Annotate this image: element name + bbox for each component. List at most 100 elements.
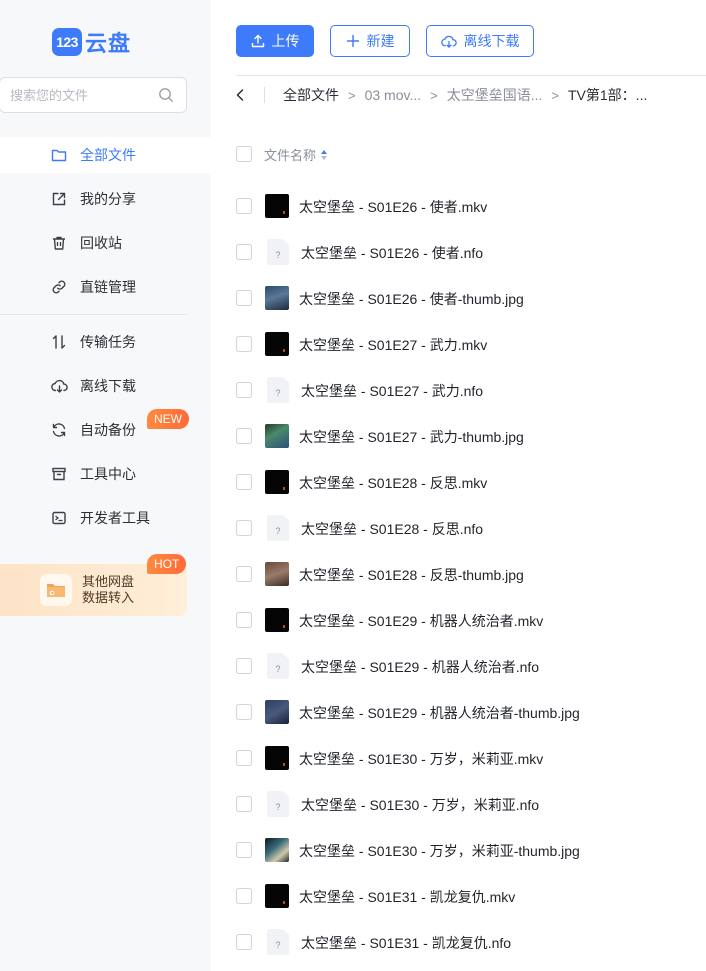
image-thumbnail — [265, 562, 289, 586]
row-checkbox[interactable] — [236, 198, 252, 214]
row-checkbox[interactable] — [236, 244, 252, 260]
trash-icon — [50, 234, 68, 252]
file-name[interactable]: 太空堡垒 - S01E30 - 万岁，米莉亚.nfo — [301, 795, 539, 815]
unknown-file-icon: ? — [267, 377, 289, 403]
column-header-label: 文件名称 — [264, 148, 317, 163]
new-badge: NEW — [147, 409, 189, 429]
sidebar-item-direct-links[interactable]: 直链管理 — [0, 269, 211, 305]
sidebar-item-label: 全部文件 — [80, 147, 136, 163]
unknown-file-icon: ? — [267, 515, 289, 541]
sort-icon[interactable] — [320, 149, 328, 161]
sidebar-item-offline-download[interactable]: 离线下载 — [0, 368, 211, 404]
row-checkbox[interactable] — [236, 704, 252, 720]
video-file-icon — [265, 746, 289, 770]
plus-icon — [346, 34, 360, 48]
row-checkbox[interactable] — [236, 428, 252, 444]
search-box — [0, 77, 187, 113]
image-thumbnail — [265, 700, 289, 724]
video-file-icon — [265, 470, 289, 494]
chevron-right-icon: > — [348, 87, 356, 103]
chevron-right-icon: > — [551, 87, 559, 103]
file-name[interactable]: 太空堡垒 - S01E28 - 反思.nfo — [301, 519, 483, 539]
sidebar-item-tool-center[interactable]: 工具中心 — [0, 456, 211, 492]
row-checkbox[interactable] — [236, 566, 252, 582]
folder-icon — [50, 146, 68, 164]
row-checkbox[interactable] — [236, 382, 252, 398]
row-checkbox[interactable] — [236, 612, 252, 628]
breadcrumb-current: TV第1部：... — [568, 87, 648, 103]
logo[interactable]: 123 云盘 — [52, 26, 131, 58]
sidebar-item-label: 我的分享 — [80, 191, 136, 207]
row-checkbox[interactable] — [236, 658, 252, 674]
file-name[interactable]: 太空堡垒 - S01E26 - 使者.nfo — [301, 243, 483, 263]
file-name[interactable]: 太空堡垒 - S01E27 - 武力.mkv — [299, 335, 487, 355]
row-checkbox[interactable] — [236, 474, 252, 490]
share-icon — [50, 190, 68, 208]
row-checkbox[interactable] — [236, 842, 252, 858]
logo-mark: 123 — [52, 28, 82, 56]
sidebar-item-label: 离线下载 — [80, 378, 136, 394]
select-all-checkbox[interactable] — [236, 146, 252, 162]
folder-import-icon — [40, 574, 72, 606]
file-name[interactable]: 太空堡垒 - S01E29 - 机器人统治者-thumb.jpg — [299, 703, 580, 723]
sidebar: 123 云盘 全部文件 我的分享 回收站 直链管理 — [0, 0, 211, 971]
row-checkbox[interactable] — [236, 290, 252, 306]
row-checkbox[interactable] — [236, 796, 252, 812]
back-icon[interactable] — [236, 89, 246, 101]
breadcrumb-item[interactable]: 03 mov... — [365, 87, 422, 103]
file-name[interactable]: 太空堡垒 - S01E31 - 凯龙复仇.nfo — [301, 933, 511, 953]
logo-text: 云盘 — [85, 31, 132, 56]
upload-button[interactable]: 上传 — [236, 25, 314, 57]
toolbar-divider — [236, 75, 706, 76]
file-name[interactable]: 太空堡垒 - S01E26 - 使者-thumb.jpg — [299, 289, 524, 309]
offline-download-button[interactable]: 离线下载 — [426, 25, 534, 57]
promo-line-2: 数据转入 — [82, 590, 135, 605]
file-name[interactable]: 太空堡垒 - S01E31 - 凯龙复仇.mkv — [299, 887, 515, 907]
file-name[interactable]: 太空堡垒 - S01E28 - 反思.mkv — [299, 473, 487, 493]
image-thumbnail — [265, 424, 289, 448]
upload-icon — [251, 34, 265, 48]
unknown-file-icon: ? — [267, 653, 289, 679]
sidebar-item-transfer-tasks[interactable]: 传输任务 — [0, 324, 211, 360]
column-header-name[interactable]: 文件名称 — [264, 145, 328, 164]
file-name[interactable]: 太空堡垒 - S01E27 - 武力-thumb.jpg — [299, 427, 524, 447]
sidebar-item-label: 工具中心 — [80, 466, 136, 482]
breadcrumb-item[interactable]: 太空堡垒国语... — [447, 85, 543, 105]
sidebar-item-label: 直链管理 — [80, 279, 136, 295]
sidebar-item-label: 开发者工具 — [80, 510, 150, 526]
sidebar-item-all-files[interactable]: 全部文件 — [0, 137, 211, 173]
sidebar-item-label: 回收站 — [80, 235, 122, 251]
search-icon[interactable] — [158, 87, 174, 106]
file-name[interactable]: 太空堡垒 - S01E30 - 万岁，米莉亚.mkv — [299, 749, 543, 769]
file-name[interactable]: 太空堡垒 - S01E29 - 机器人统治者.mkv — [299, 611, 543, 631]
breadcrumb-item[interactable]: 全部文件 — [283, 85, 339, 105]
image-thumbnail — [265, 286, 289, 310]
search-input[interactable] — [10, 87, 150, 103]
video-file-icon — [265, 884, 289, 908]
terminal-icon — [50, 509, 68, 527]
row-checkbox[interactable] — [236, 888, 252, 904]
row-checkbox[interactable] — [236, 336, 252, 352]
toolbox-icon — [50, 465, 68, 483]
file-name[interactable]: 太空堡垒 - S01E26 - 使者.mkv — [299, 197, 487, 217]
row-checkbox[interactable] — [236, 934, 252, 950]
video-file-icon — [265, 608, 289, 632]
file-name[interactable]: 太空堡垒 - S01E29 - 机器人统治者.nfo — [301, 657, 539, 677]
new-button[interactable]: 新建 — [330, 25, 410, 57]
file-name[interactable]: 太空堡垒 - S01E30 - 万岁，米莉亚-thumb.jpg — [299, 841, 580, 861]
link-icon — [50, 278, 68, 296]
row-checkbox[interactable] — [236, 750, 252, 766]
cloud-download-icon — [50, 377, 68, 395]
sync-icon — [50, 421, 68, 439]
row-checkbox[interactable] — [236, 520, 252, 536]
new-label: 新建 — [366, 33, 395, 49]
sidebar-item-my-shares[interactable]: 我的分享 — [0, 181, 211, 217]
file-name[interactable]: 太空堡垒 - S01E28 - 反思-thumb.jpg — [299, 565, 524, 585]
sidebar-item-developer-tools[interactable]: 开发者工具 — [0, 500, 211, 536]
cloud-download-icon — [440, 34, 457, 49]
sidebar-item-recycle-bin[interactable]: 回收站 — [0, 225, 211, 261]
unknown-file-icon: ? — [267, 239, 289, 265]
hot-badge: HOT — [147, 554, 187, 574]
file-name[interactable]: 太空堡垒 - S01E27 - 武力.nfo — [301, 381, 483, 401]
sidebar-item-label: 自动备份 — [80, 422, 136, 438]
